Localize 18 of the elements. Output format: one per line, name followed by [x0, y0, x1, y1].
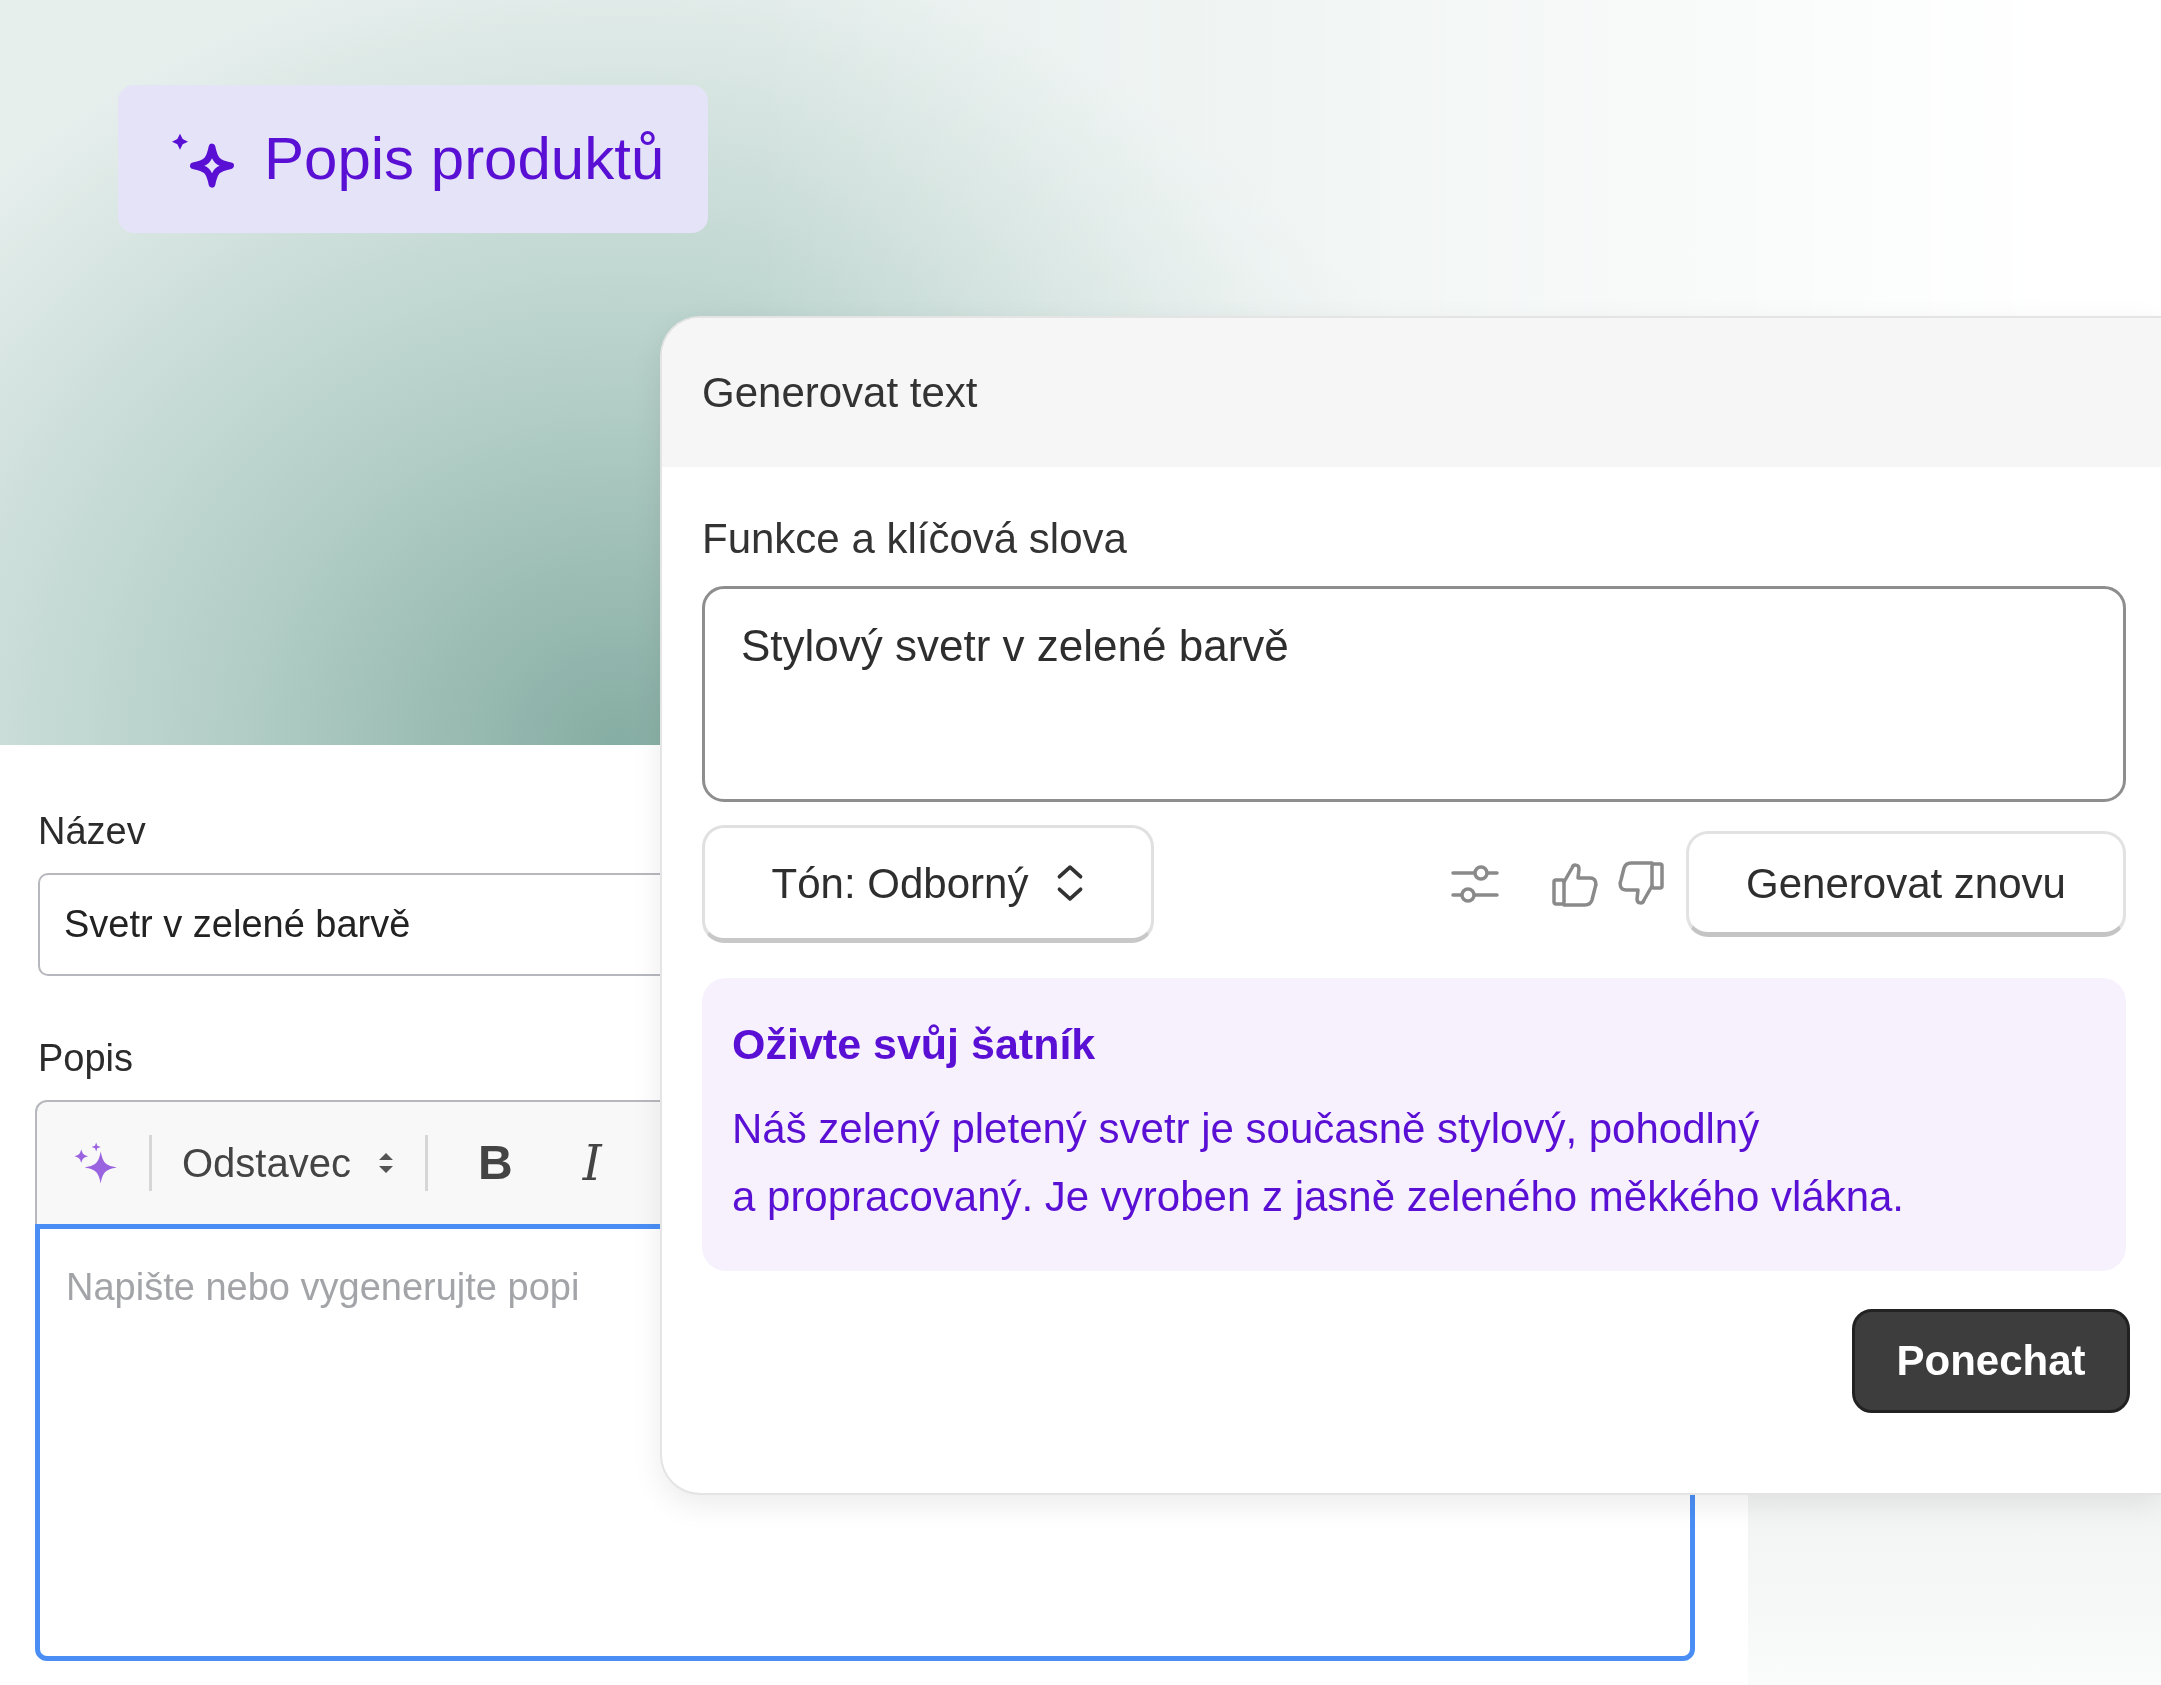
bold-button[interactable]: B — [457, 1138, 533, 1187]
field-label: Název — [38, 811, 146, 853]
result-heading: Oživte svůj šatník — [732, 1019, 1097, 1070]
tone-select[interactable]: Tón: Odborný — [702, 825, 1154, 943]
field-label: Popis — [38, 1037, 134, 1080]
italic-button[interactable]: I — [562, 1138, 622, 1187]
result-text: Náš zelený pletený svetr je současně stylový, pohodlný a propracovaný. Je vyroben z jasně zeleného měkkého vlákna. — [732, 1103, 1906, 1222]
chevron-up-down-icon — [1056, 864, 1085, 902]
field-label: Funkce a klíčová slova — [702, 514, 1128, 564]
thumbs-down-button[interactable] — [1616, 860, 1664, 908]
settings-sliders-button[interactable] — [1450, 862, 1500, 906]
panel-title: Generovat text — [662, 318, 2161, 467]
badge-title: Popis produktů — [264, 124, 665, 194]
keep-button[interactable]: Ponechat — [1852, 1308, 2130, 1413]
keywords-input-field[interactable]: Stylový svetr v zelené barvě — [702, 586, 2126, 802]
thumbs-up-button[interactable] — [1552, 860, 1600, 908]
block-style-select[interactable]: Odstavec — [182, 1132, 395, 1193]
regenerate-button[interactable]: Generovat znovu — [1686, 831, 2126, 937]
